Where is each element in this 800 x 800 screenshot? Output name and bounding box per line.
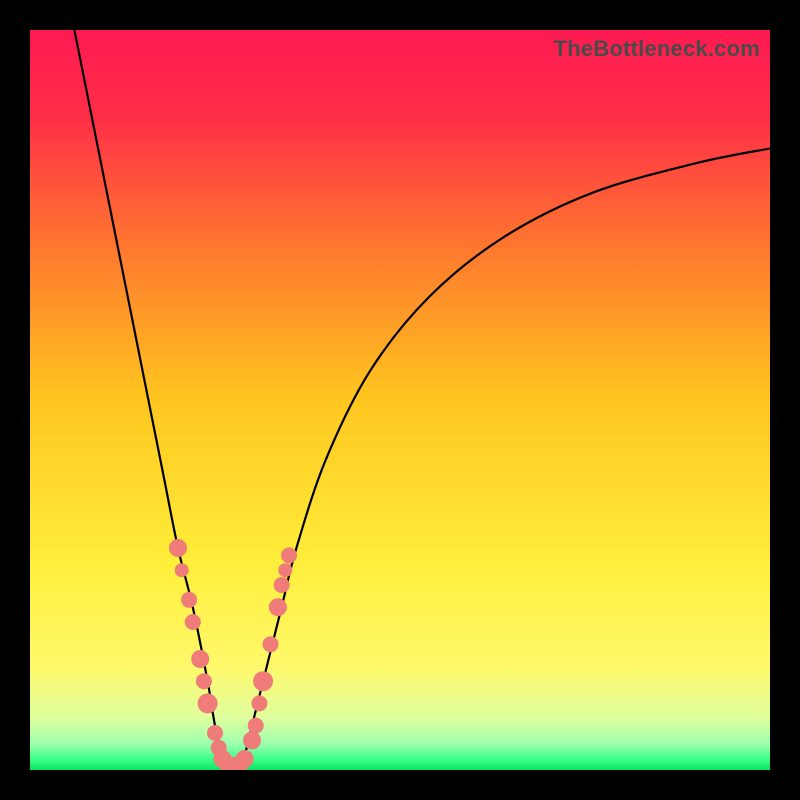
bottleneck-curve xyxy=(74,30,770,770)
data-marker xyxy=(281,547,297,563)
data-marker xyxy=(243,731,261,749)
data-marker xyxy=(253,671,273,691)
plot-area: TheBottleneck.com xyxy=(30,30,770,770)
data-marker xyxy=(278,563,292,577)
data-marker xyxy=(191,650,209,668)
data-marker xyxy=(263,636,279,652)
data-marker xyxy=(169,539,187,557)
chart-overlay xyxy=(30,30,770,770)
data-marker xyxy=(196,673,212,689)
data-marker xyxy=(236,750,254,768)
data-marker xyxy=(269,598,287,616)
data-marker xyxy=(251,695,267,711)
data-marker xyxy=(198,693,218,713)
data-marker xyxy=(181,592,197,608)
data-marker xyxy=(185,614,201,630)
data-marker xyxy=(248,718,264,734)
data-marker xyxy=(274,577,290,593)
watermark-text: TheBottleneck.com xyxy=(554,36,760,62)
marker-group xyxy=(169,539,297,770)
data-marker xyxy=(175,563,189,577)
data-marker xyxy=(207,725,223,741)
outer-frame: TheBottleneck.com xyxy=(0,0,800,800)
